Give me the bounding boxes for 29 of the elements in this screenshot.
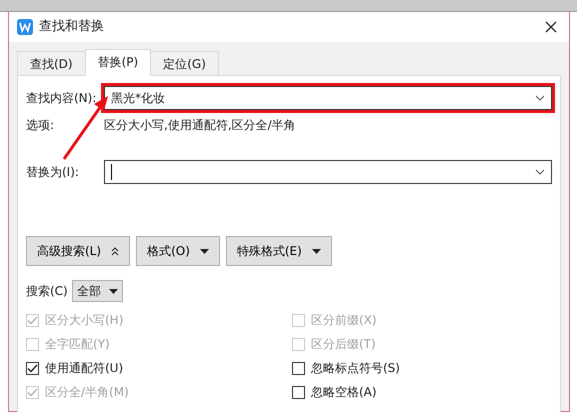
window-title: 查找和替换 [39, 18, 104, 36]
tab[interactable]: 定位(G) [150, 51, 219, 75]
find-field[interactable]: 黑光*化妆 [104, 86, 552, 110]
checkbox-label[interactable]: 使用通配符(U) [45, 359, 124, 377]
app-logo-icon [17, 19, 33, 35]
options-text: 区分大小写,使用通配符,区分全/半角 [104, 117, 296, 134]
options-label: 选项: [26, 117, 56, 134]
checkbox-label[interactable]: 忽略标点符号(S) [311, 359, 400, 377]
close-icon [545, 21, 557, 34]
checkbox[interactable] [292, 386, 305, 398]
find-label: 查找内容(N): [26, 90, 98, 107]
checkbox[interactable] [292, 362, 305, 374]
search-label: 搜索(C) [26, 283, 68, 300]
replace-label: 替换为(I): [26, 164, 80, 181]
checkbox-label[interactable]: 忽略空格(A) [311, 383, 377, 401]
caret-icon [200, 248, 209, 254]
tab[interactable]: 查找(D) [17, 51, 86, 75]
tab[interactable]: 替换(P) [84, 49, 152, 76]
checkbox[interactable] [26, 362, 39, 374]
button[interactable]: 格式(O) [136, 236, 220, 266]
button[interactable]: 特殊格式(E) [226, 236, 332, 266]
chevron-icon[interactable] [535, 95, 545, 101]
caret-icon [108, 288, 118, 294]
replace-field[interactable] [104, 160, 552, 184]
search-dropdown[interactable]: 全部 [72, 280, 123, 302]
double-chevron-icon [111, 246, 120, 256]
button[interactable]: 高级搜索(L) [26, 236, 130, 266]
caret-icon [312, 248, 321, 254]
chevron-icon[interactable] [535, 169, 545, 175]
